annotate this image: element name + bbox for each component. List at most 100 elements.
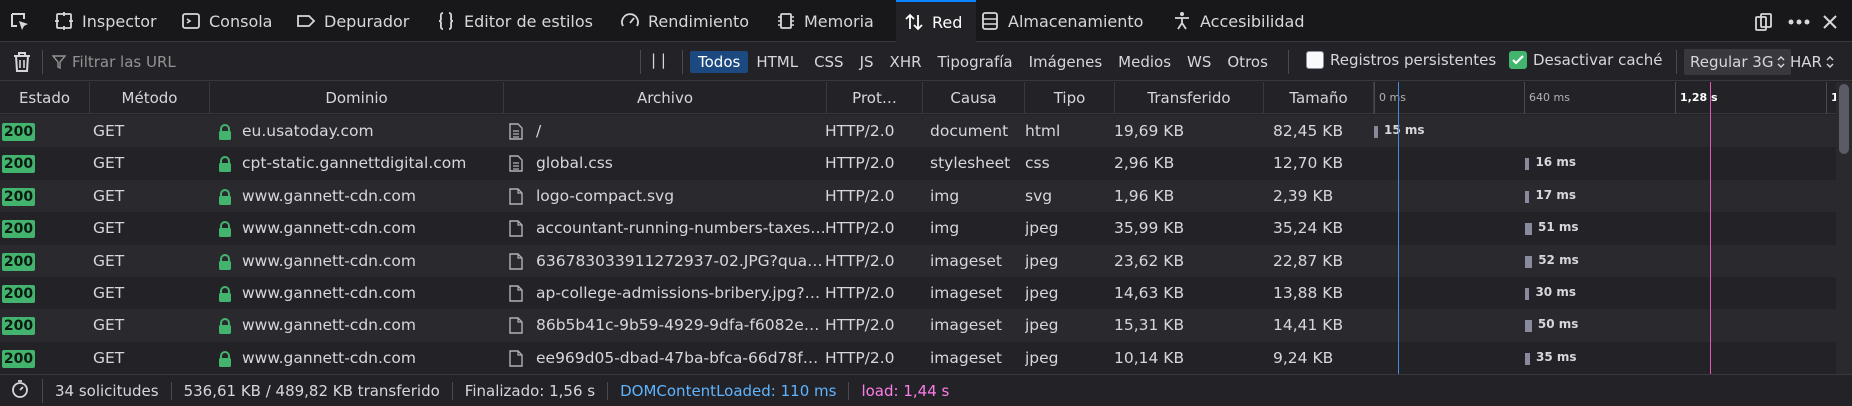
tab-label: Accesibilidad (1200, 11, 1305, 31)
more-options-icon[interactable] (1787, 10, 1811, 34)
checkbox-box[interactable] (1509, 51, 1527, 69)
dock-side-icon[interactable] (1752, 10, 1776, 34)
tab-style-editor[interactable]: Editor de estilos (436, 0, 593, 42)
file-icon (509, 220, 523, 241)
type-filter-medios[interactable]: Medios (1110, 51, 1179, 73)
lock-icon (218, 318, 232, 338)
throttle-select[interactable]: Regular 3G (1684, 49, 1792, 75)
transferred-cell: 14,63 KB (1114, 284, 1185, 302)
check-icon (1512, 55, 1524, 65)
tab-label: Editor de estilos (464, 11, 593, 31)
waterfall-bar[interactable] (1525, 158, 1530, 171)
file-cell: global.css (536, 154, 613, 173)
col-size-header[interactable]: Tamaño (1264, 82, 1374, 114)
col-method-header[interactable]: Método (90, 82, 210, 114)
tab-performance[interactable]: Rendimiento (620, 0, 749, 42)
waterfall-bar[interactable] (1525, 352, 1530, 365)
col-transferred-header[interactable]: Transferido (1115, 82, 1264, 114)
lock-icon (218, 350, 232, 371)
har-menu[interactable]: HAR (1784, 49, 1840, 75)
disable-cache-checkbox[interactable]: Desactivar caché (1509, 51, 1663, 69)
persist-logs-checkbox[interactable]: Registros persistentes (1306, 51, 1496, 69)
method-cell: GET (93, 316, 125, 335)
type-filter-tipografía[interactable]: Tipografía (930, 51, 1021, 73)
performance-analysis-button[interactable] (0, 378, 43, 403)
waterfall-bar[interactable] (1525, 255, 1533, 268)
type-filter-todos[interactable]: Todos (690, 51, 749, 73)
col-file-header[interactable]: Archivo (504, 82, 827, 114)
domain-cell: eu.usatoday.com (242, 122, 374, 140)
protocol-cell: HTTP/2.0 (825, 316, 895, 335)
file-cell: ee969d05-dbad-47ba-bfca-66d78fa1c2b3.jpg (536, 348, 826, 367)
timing-segment (1525, 190, 1530, 203)
finish-time: Finalizado: 1,56 s (453, 381, 609, 400)
toolbar-separator (1676, 50, 1677, 74)
waterfall-bar[interactable] (1525, 223, 1533, 236)
type-filter-otros[interactable]: Otros (1219, 51, 1276, 73)
transferred-cell: 2,96 KB (1114, 154, 1175, 173)
waterfall-bar[interactable] (1525, 288, 1530, 300)
status-badge: 200 (2, 317, 35, 336)
waterfall-duration-label: 30 ms (1535, 285, 1576, 299)
waterfall-tick-label: 0 ms (1374, 82, 1406, 114)
waterfall-tick-label: 640 ms (1524, 82, 1570, 114)
col-cause-header[interactable]: Causa (923, 82, 1025, 114)
domain-cell: www.gannett-cdn.com (242, 186, 417, 205)
col-protocol-header[interactable]: Prot… (827, 82, 923, 114)
waterfall-duration-label: 16 ms (1535, 155, 1576, 170)
waterfall-bar[interactable] (1525, 190, 1530, 203)
clear-icon[interactable] (12, 51, 32, 77)
file-icon (509, 317, 523, 338)
protocol-cell: HTTP/2.0 (825, 348, 895, 367)
scrollbar-thumb[interactable] (1839, 84, 1849, 154)
type-filter-js[interactable]: JS (852, 51, 882, 73)
transferred-cell: 1,96 KB (1114, 186, 1175, 205)
waterfall-bar[interactable] (1374, 126, 1378, 138)
request-row[interactable]: 200 GET www.gannett-cdn.com ee969d05-dbad-4… (0, 341, 1836, 374)
domain-cell: www.gannett-cdn.com (242, 316, 417, 335)
col-type-header[interactable]: Tipo (1025, 82, 1115, 114)
vertical-scrollbar[interactable] (1836, 82, 1852, 374)
tab-network[interactable]: Red (896, 0, 977, 42)
col-status-header[interactable]: Estado (0, 82, 90, 114)
tab-console[interactable]: Consola (181, 0, 272, 42)
transfer-summary: 536,61 KB / 489,82 KB transferido (172, 381, 453, 400)
type-filter-css[interactable]: CSS (806, 51, 852, 73)
type-cell: html (1025, 122, 1061, 140)
tab-inspector[interactable]: Inspector (54, 0, 157, 42)
request-row[interactable]: 200 GET www.gannett-cdn.com 636783033911272… (0, 244, 1836, 278)
type-filter-html[interactable]: HTML (748, 51, 806, 73)
type-filter-ws[interactable]: WS (1179, 51, 1219, 73)
toolbar-separator (42, 50, 43, 74)
waterfall-bar[interactable] (1525, 320, 1532, 333)
waterfall-duration-label: 52 ms (1538, 252, 1579, 267)
type-filter-xhr[interactable]: XHR (882, 51, 930, 73)
type-cell: svg (1025, 186, 1053, 205)
request-row[interactable]: 200 GET www.gannett-cdn.com logo-compact.sv… (0, 179, 1836, 213)
url-filter-input[interactable]: Filtrar las URL (52, 49, 632, 75)
request-row[interactable]: 200 GET www.gannett-cdn.com 86b5b41c-9b59-4… (0, 309, 1836, 343)
checkbox-box[interactable] (1306, 51, 1324, 69)
type-cell: jpeg (1025, 316, 1059, 335)
filter-icon (52, 55, 66, 69)
timing-segment (1525, 223, 1533, 236)
request-row[interactable]: 200 GET eu.usatoday.com / HTTP/2.0 document ht… (0, 115, 1836, 148)
request-row[interactable]: 200 GET www.gannett-cdn.com accountant-runn… (0, 212, 1836, 246)
load-time: load: 1,44 s (861, 381, 950, 400)
request-row[interactable]: 200 GET cpt-static.gannettdigital.com globa… (0, 147, 1836, 181)
pause-button[interactable]: | | (651, 51, 666, 69)
transferred-cell: 15,31 KB (1114, 316, 1185, 335)
pick-element-icon[interactable] (8, 10, 32, 34)
network-icon (904, 12, 924, 32)
stopwatch-icon (12, 379, 28, 398)
debugger-icon (296, 11, 316, 31)
col-domain-header[interactable]: Dominio (210, 82, 504, 114)
tab-accessibility[interactable]: Accesibilidad (1172, 0, 1305, 42)
tab-debugger[interactable]: Depurador (296, 0, 409, 42)
tab-memory[interactable]: Memoria (776, 0, 874, 42)
tab-storage[interactable]: Almacenamiento (980, 0, 1143, 42)
type-filter-imágenes[interactable]: Imágenes (1021, 51, 1111, 73)
tab-label: Red (932, 12, 963, 32)
close-icon[interactable] (1818, 10, 1842, 34)
request-row[interactable]: 200 GET www.gannett-cdn.com ap-college-admi… (0, 277, 1836, 310)
